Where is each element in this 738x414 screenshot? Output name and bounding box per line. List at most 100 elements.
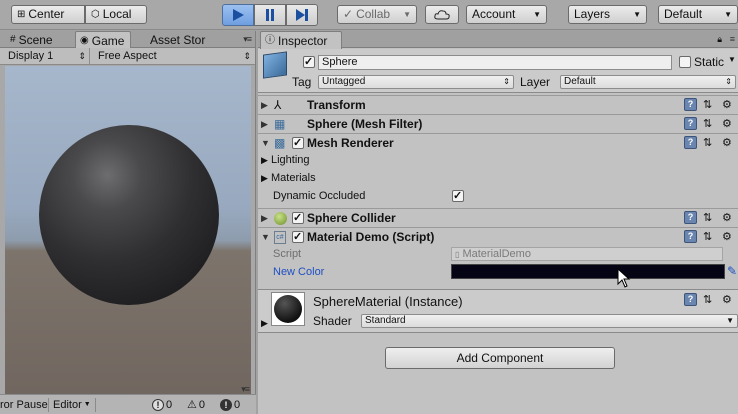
material-demo-title: Material Demo (Script) (307, 230, 435, 244)
script-file-icon: ▯ (455, 250, 460, 259)
game-subbar: Display 1 ⇕ Free Aspect ⇕ (0, 48, 255, 65)
preset-icon[interactable]: ⇅ (703, 230, 716, 243)
script-object-field[interactable]: ▯ MaterialDemo (451, 247, 723, 261)
preset-icon[interactable]: ⇅ (703, 98, 716, 111)
tab-inspector[interactable]: ⓘ Inspector (260, 31, 342, 49)
gear-icon[interactable]: ⚙ (722, 230, 735, 243)
object-name-field[interactable]: Sphere (318, 55, 672, 70)
script-label: Script (273, 248, 302, 260)
tab-asset-store[interactable]: Asset Stor (146, 31, 211, 48)
display-dropdown[interactable]: Display 1 ⇕ (4, 48, 90, 64)
component-mesh-filter[interactable]: ▶ ▦ Sphere (Mesh Filter) ? ⇅ ⚙ (258, 114, 738, 133)
pivot-icon: ⊞ (17, 9, 26, 20)
panel-menu-icon[interactable]: ▾≡ (243, 34, 252, 45)
fold-right-icon[interactable]: ▶ (261, 100, 268, 111)
editor-label: Editor (53, 399, 82, 411)
preset-icon[interactable]: ⇅ (703, 117, 716, 130)
static-dropdown-icon[interactable]: ▼ (728, 55, 736, 64)
layout-dropdown[interactable]: Default ▼ (658, 5, 738, 24)
warning-count[interactable]: ⚠ 0 (187, 398, 205, 412)
fold-right-icon[interactable]: ▶ (261, 119, 268, 130)
tab-game-label: Game (91, 33, 125, 48)
fold-down-icon[interactable]: ▼ (261, 232, 270, 242)
gear-icon[interactable]: ⚙ (722, 293, 735, 306)
tab-scene[interactable]: # Scene (6, 31, 59, 48)
gear-icon[interactable]: ⚙ (722, 136, 735, 149)
step-icon (296, 9, 308, 21)
new-color-field[interactable] (451, 264, 725, 279)
lighting-foldout[interactable]: ▶ Lighting (261, 151, 310, 169)
mesh-renderer-title: Mesh Renderer (307, 136, 394, 150)
preset-icon[interactable]: ⇅ (703, 136, 716, 149)
help-icon[interactable]: ? (684, 136, 697, 149)
fold-down-icon[interactable]: ▼ (261, 138, 270, 148)
lock-icon[interactable]: 🔒︎ (717, 34, 722, 45)
tag-dropdown[interactable]: Untagged ⇕ (318, 75, 514, 89)
dynamic-occluded-label: Dynamic Occluded (273, 190, 366, 202)
shader-label: Shader (313, 314, 352, 328)
gear-icon[interactable]: ⚙ (722, 211, 735, 224)
local-label: Local (102, 7, 132, 21)
chevron-down-icon: ▼ (533, 10, 541, 19)
warning-icon: ⚠ (187, 399, 197, 411)
game-viewport[interactable] (5, 66, 251, 414)
cloud-button[interactable] (425, 5, 459, 24)
materials-foldout[interactable]: ▶ Materials (261, 169, 316, 187)
pivot-local-button[interactable]: ⬡ Local (85, 5, 147, 24)
sphere-collider-enabled-checkbox[interactable] (292, 211, 304, 224)
sphere-collider-icon (274, 212, 287, 225)
preset-icon[interactable]: ⇅ (703, 293, 716, 306)
panel-menu-icon[interactable]: ≡ (730, 34, 735, 44)
chevron-down-icon: ▼ (633, 10, 641, 19)
active-checkbox[interactable] (303, 55, 315, 68)
static-checkbox[interactable] (679, 56, 691, 68)
layers-dropdown[interactable]: Layers ▼ (568, 5, 647, 24)
eyedropper-icon[interactable]: ✎ (727, 264, 737, 278)
gear-icon[interactable]: ⚙ (722, 98, 735, 111)
fold-right-icon[interactable]: ▶ (261, 318, 268, 329)
help-icon[interactable]: ? (684, 98, 697, 111)
help-icon[interactable]: ? (684, 230, 697, 243)
mesh-renderer-enabled-checkbox[interactable] (292, 136, 304, 149)
dynamic-occluded-checkbox[interactable] (452, 189, 464, 202)
aspect-dropdown[interactable]: Free Aspect ⇕ (94, 48, 254, 64)
gameobject-header: Sphere Static ▼ Tag Untagged ⇕ Layer Def… (258, 49, 738, 93)
fold-right-icon[interactable]: ▶ (261, 213, 268, 224)
account-dropdown[interactable]: Account ▼ (466, 5, 547, 24)
pivot-center-button[interactable]: ⊞ Center (11, 5, 85, 24)
shader-dropdown[interactable]: Standard ▼ (361, 314, 738, 328)
script-file-icon: c# (274, 231, 286, 244)
tab-asset-store-label: Asset Stor (150, 32, 206, 47)
preset-icon[interactable]: ⇅ (703, 211, 716, 224)
play-button[interactable] (222, 4, 254, 26)
error-count[interactable]: ! 0 (220, 398, 240, 412)
component-actions: ? ⇅ ⚙ (684, 117, 735, 130)
new-color-row: New Color (273, 263, 324, 281)
pause-button[interactable] (254, 4, 286, 26)
collab-button[interactable]: ✓ Collab ▼ (337, 5, 417, 24)
material-demo-enabled-checkbox[interactable] (292, 230, 304, 243)
help-icon[interactable]: ? (684, 211, 697, 224)
dropdown-arrows-icon: ⇕ (725, 77, 732, 86)
component-material-demo-script[interactable]: ▼ c# Material Demo (Script) ? ⇅ ⚙ (258, 227, 738, 246)
tab-inspector-label: Inspector (278, 33, 328, 48)
error-pause-toggle[interactable]: ror Pause (0, 398, 48, 412)
material-sphere-thumbnail (271, 292, 305, 326)
layer-dropdown[interactable]: Default ⇕ (560, 75, 736, 89)
sphere-render (39, 125, 219, 305)
help-icon[interactable]: ? (684, 293, 697, 306)
tab-game[interactable]: ◉ Game (75, 31, 132, 49)
dropdown-arrows-icon: ⇕ (78, 51, 86, 61)
info-count[interactable]: ! 0 (152, 398, 172, 412)
editor-dropdown[interactable]: Editor ▼ (48, 398, 96, 412)
component-transform[interactable]: ▶ ⅄ Transform ? ⇅ ⚙ (258, 95, 738, 114)
step-button[interactable] (286, 4, 318, 26)
gear-icon[interactable]: ⚙ (722, 117, 735, 130)
add-component-button[interactable]: Add Component (385, 347, 615, 369)
component-sphere-collider[interactable]: ▶ Sphere Collider ? ⇅ ⚙ (258, 208, 738, 227)
info-count-label: 0 (166, 399, 173, 411)
info-icon: ⓘ (265, 34, 275, 46)
component-mesh-renderer[interactable]: ▼ ▩ Mesh Renderer ? ⇅ ⚙ (258, 133, 738, 152)
help-icon[interactable]: ? (684, 117, 697, 130)
new-color-label: New Color (273, 266, 325, 278)
